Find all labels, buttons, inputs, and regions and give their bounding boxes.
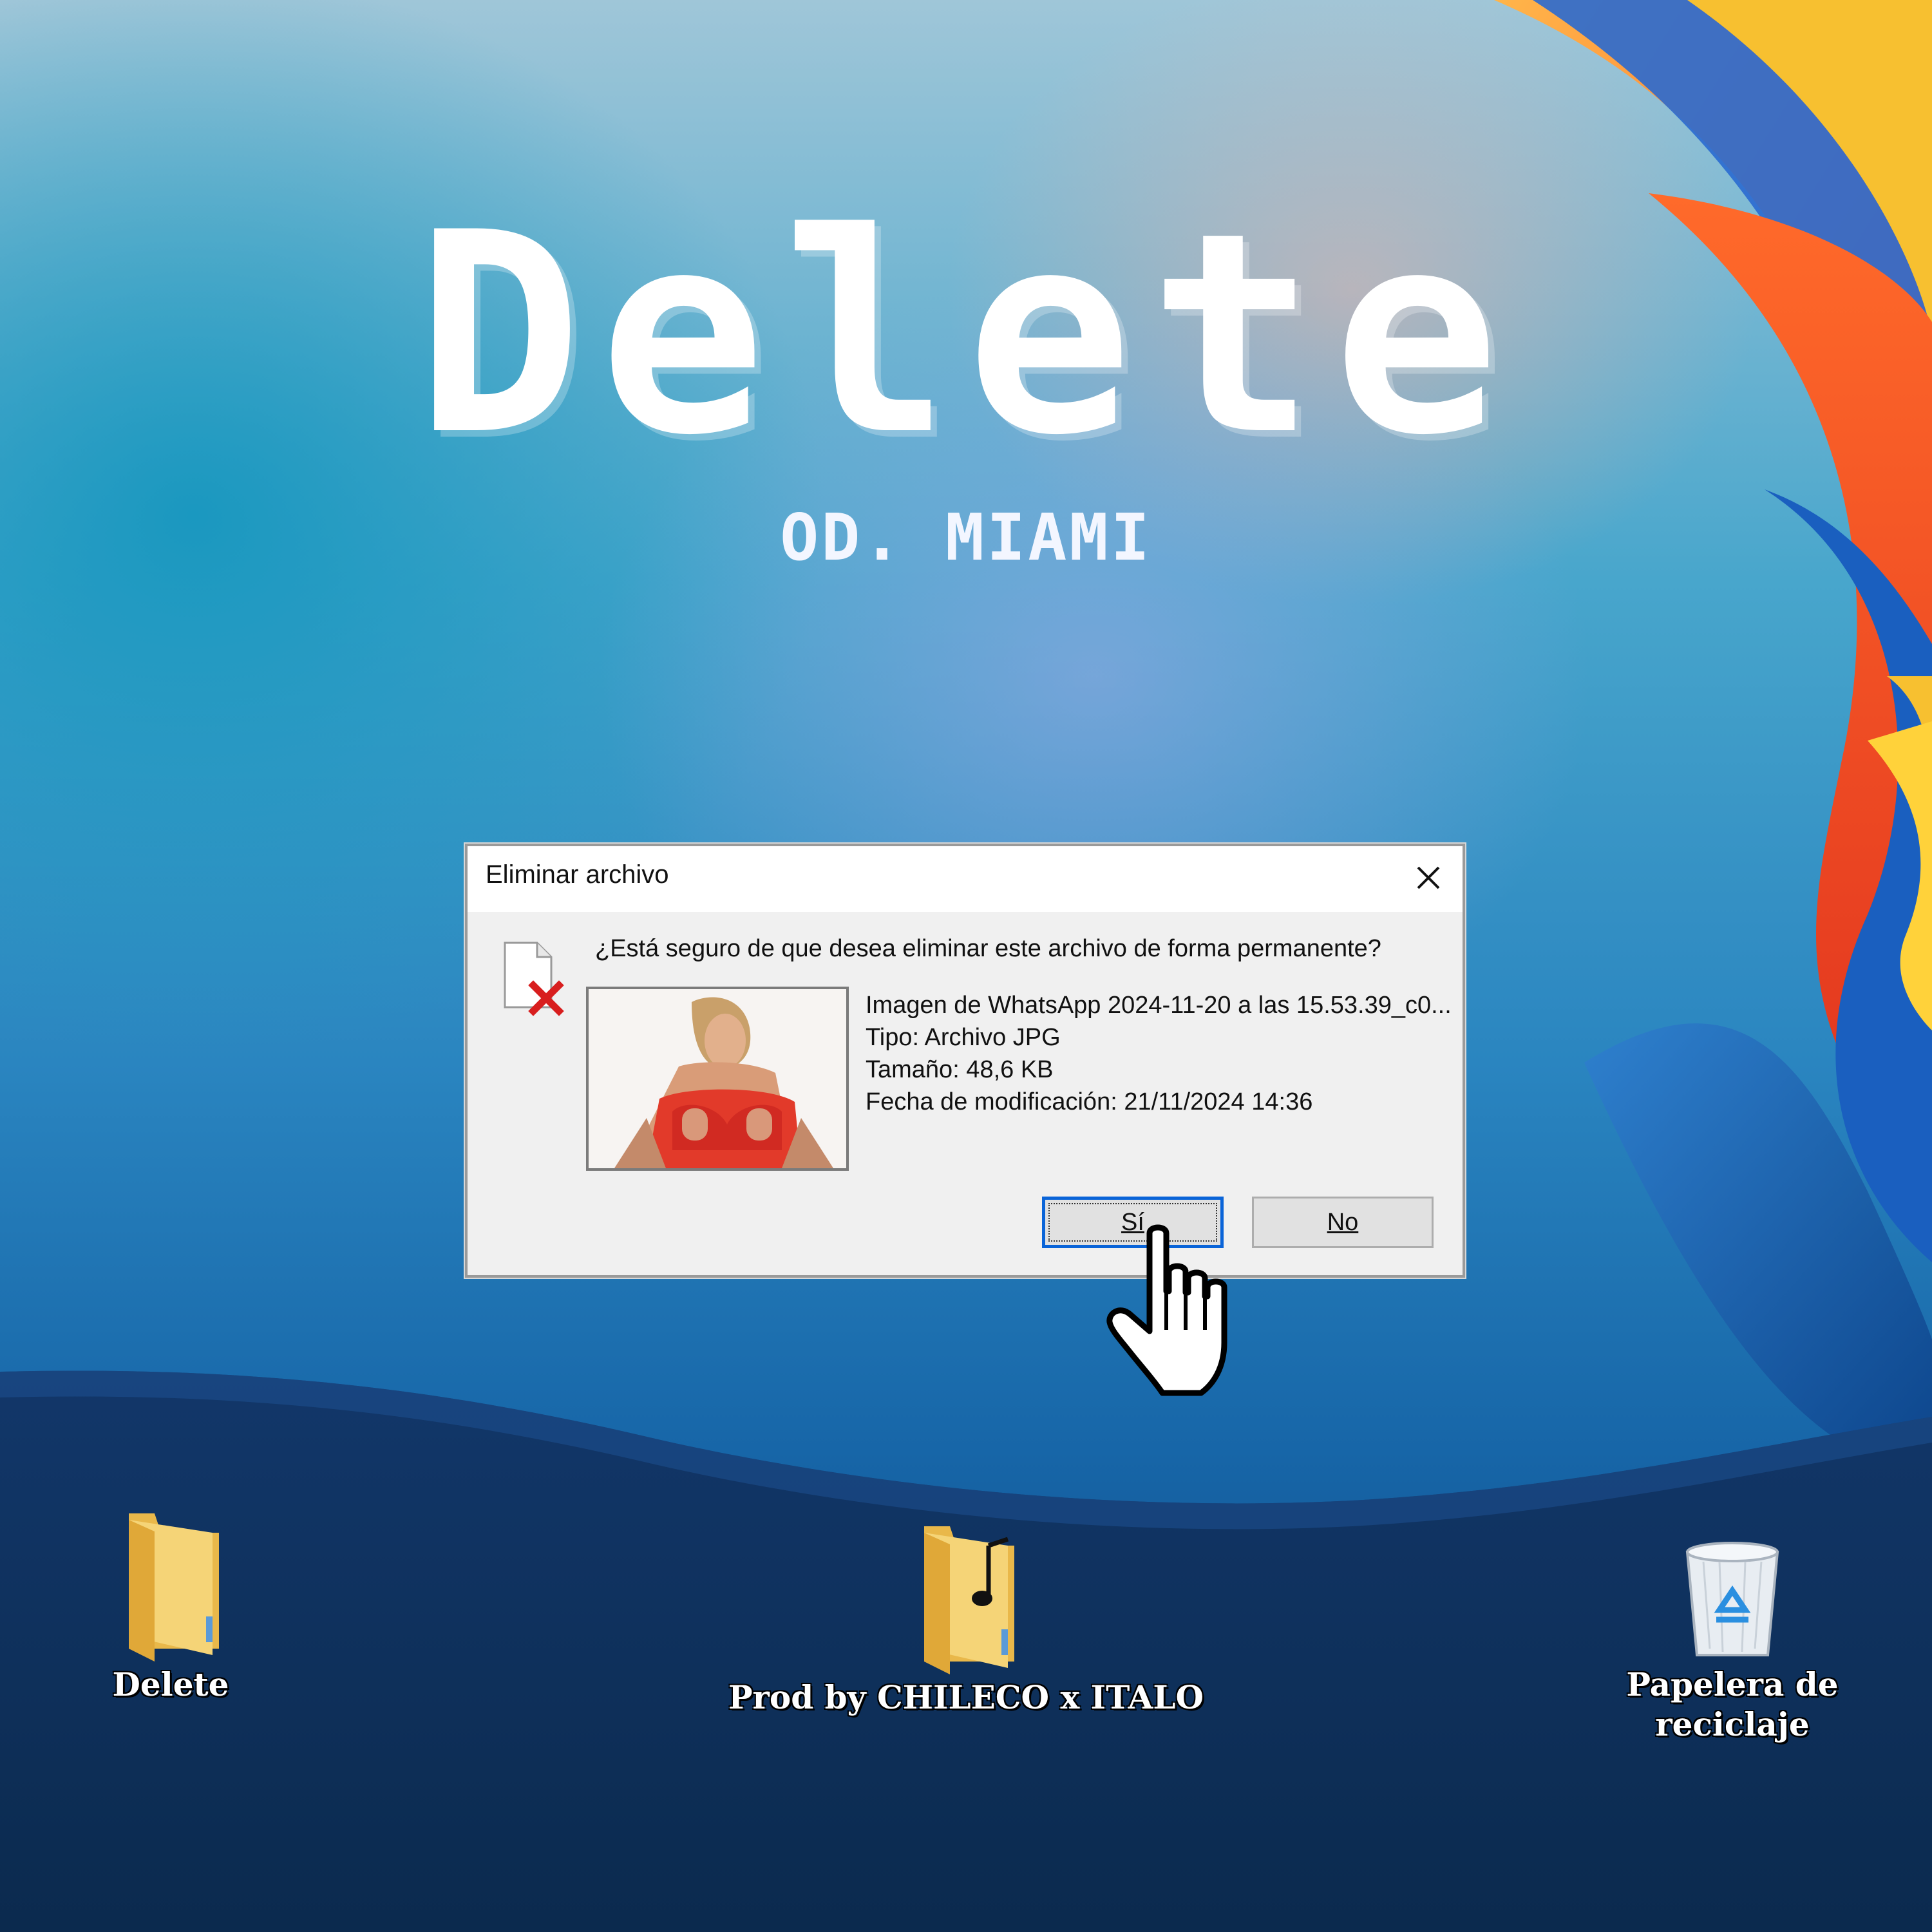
no-button-label: No <box>1327 1208 1359 1236</box>
folder-icon <box>129 1513 219 1662</box>
image-thumbnail <box>586 987 849 1171</box>
photo-preview <box>589 989 846 1168</box>
recycle-bin-icon <box>1685 1542 1779 1656</box>
close-icon <box>1417 866 1440 889</box>
delete-file-dialog: Eliminar archivo ¿Está seguro de que des… <box>465 844 1465 1278</box>
desktop-icon-prod[interactable]: Prod by CHILECO x ITALO <box>708 1520 1224 1718</box>
desktop-icon-label: Papelera de reciclaje <box>1626 1665 1839 1743</box>
music-folder-icon <box>924 1526 1014 1674</box>
no-button[interactable]: No <box>1252 1197 1434 1248</box>
confirm-question: ¿Está seguro de que desea eliminar este … <box>595 935 1381 962</box>
file-modified-date: Fecha de modificación: 21/11/2024 14:36 <box>866 1088 1313 1115</box>
dialog-title: Eliminar archivo <box>486 860 669 889</box>
dialog-titlebar[interactable]: Eliminar archivo <box>468 846 1463 912</box>
file-name: Imagen de WhatsApp 2024-11-20 a las 15.5… <box>866 992 1452 1019</box>
desktop: Delete OD. MIAMI Eliminar archivo ¿Está … <box>0 0 1932 1932</box>
wallpaper-artist: OD. MIAMI <box>780 500 1152 575</box>
hand-cursor-icon <box>1106 1224 1227 1396</box>
file-delete-icon <box>504 942 564 1016</box>
desktop-icon-label: Delete <box>112 1665 229 1703</box>
file-type: Tipo: Archivo JPG <box>866 1024 1061 1051</box>
desktop-icon-delete[interactable]: Delete <box>77 1507 264 1705</box>
close-button[interactable] <box>1408 858 1448 898</box>
wallpaper-title: Delete <box>415 174 1517 496</box>
desktop-icon-recycle-bin[interactable]: Papelera de reciclaje <box>1591 1533 1874 1745</box>
file-size: Tamaño: 48,6 KB <box>866 1056 1054 1083</box>
desktop-icon-label: Prod by CHILECO x ITALO <box>728 1678 1204 1716</box>
